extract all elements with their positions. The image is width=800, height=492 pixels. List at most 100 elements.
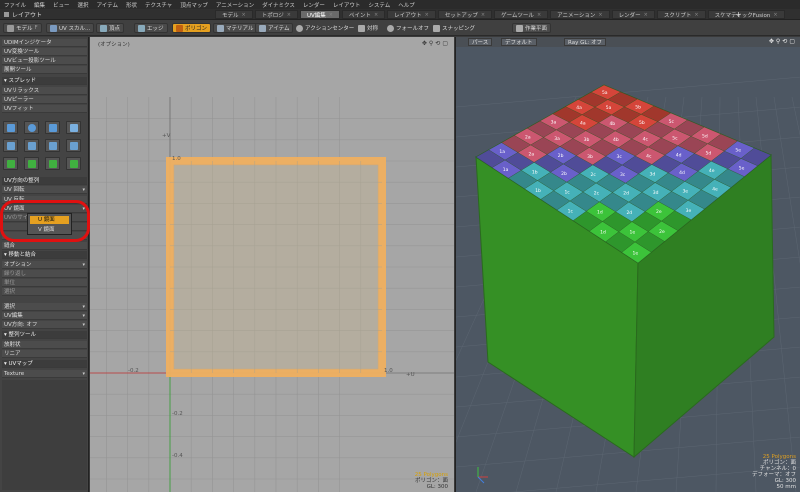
menu-item[interactable]: レンダー (299, 1, 329, 9)
uv-plane-icon[interactable] (3, 139, 18, 152)
move-merge-header[interactable]: ▾ 移動と結合 (2, 251, 87, 259)
uv-fit-button[interactable]: UVフィット (2, 105, 87, 113)
unit-row[interactable]: 単位 (2, 279, 87, 287)
workplane-button[interactable]: 作業平面 (512, 23, 552, 33)
layout-selector[interactable]: レイアウト (4, 10, 42, 19)
tick-label-x-neg: -0.2 (128, 368, 139, 374)
checker-label: 2c (594, 190, 600, 196)
close-tab-icon[interactable]: × (598, 12, 602, 18)
linear-button[interactable]: リニア (2, 350, 87, 358)
select-dropdown[interactable]: 選択 ▾ (2, 303, 87, 311)
menu-item[interactable]: 編集 (30, 1, 49, 9)
spread-header[interactable]: ▾ スプレッド (2, 77, 87, 85)
layout-tab[interactable]: スケマティックFusion × (707, 10, 785, 19)
layout-tab[interactable]: ペイント × (341, 10, 386, 19)
menu-item[interactable]: ビュー (49, 1, 74, 9)
item-mode-button[interactable]: アイテム (255, 23, 294, 33)
default-dropdown[interactable]: デフォルト (501, 38, 537, 46)
layout-tab[interactable]: セットアップ × (437, 10, 493, 19)
uv-scale-button[interactable]: UV スカル... (46, 23, 95, 33)
perspective-dropdown[interactable]: パース (468, 38, 493, 46)
menu-item[interactable]: 頂点マップ (176, 1, 212, 9)
snapping-button[interactable]: スナッピング (430, 23, 478, 33)
menu-item[interactable]: テクスチャ (141, 1, 176, 9)
symmetry-button[interactable]: 対称 (355, 23, 381, 33)
arrow-right-icon[interactable] (66, 157, 81, 170)
close-tab-icon[interactable]: × (374, 12, 378, 18)
align-tools-header[interactable]: ▾ 整列ツール (2, 331, 87, 339)
material-mode-button[interactable]: マテリアル (213, 23, 258, 33)
add-tab-button[interactable]: + (735, 10, 742, 19)
layout-tab[interactable]: アニメーション × (550, 10, 610, 19)
layout-tab[interactable]: レイアウト × (387, 10, 436, 19)
layout-tab[interactable]: レンダー × (611, 10, 655, 19)
menu-item[interactable]: アニメーション (212, 1, 258, 9)
udim-indicator-button[interactable]: UDIMインジケータ (2, 39, 87, 47)
layout-tab[interactable]: UV編集 × (299, 10, 340, 19)
close-tab-icon[interactable]: × (773, 12, 777, 18)
uv-scale-icon[interactable] (45, 121, 60, 134)
uv-edit-dropdown[interactable]: UV編集 ▾ (2, 312, 87, 320)
close-tab-icon[interactable]: × (242, 12, 246, 18)
uv-viewport-label: (オプション) (98, 42, 130, 48)
uv-grid-icon[interactable] (45, 139, 60, 152)
radial-button[interactable]: 放射状 (2, 341, 87, 349)
menu-item[interactable]: システム (364, 1, 394, 9)
close-tab-icon[interactable]: × (481, 12, 485, 18)
uv-relax-button[interactable]: UVリラックス (2, 87, 87, 95)
menu-item[interactable]: 選択 (74, 1, 93, 9)
viewport-nav-icons[interactable]: ✥⚲⟲▢ (422, 40, 450, 47)
menu-item[interactable]: ヘルプ (394, 1, 419, 9)
polygon-mode-button[interactable]: ポリゴン (172, 23, 212, 33)
uv-move-icon[interactable] (3, 121, 18, 134)
menu-item[interactable]: レイアウト (329, 1, 365, 9)
menu-item[interactable]: ファイル (0, 1, 30, 9)
3d-viewport[interactable]: 1a 1b 1c 1d 1e 1a 1b 1c 1d 1e 2a 2b 2c 2d 2e 2a 2b 2c 2d 2e… (455, 37, 800, 492)
raygl-dropdown[interactable]: Ray GL: オフ (564, 38, 607, 46)
close-tab-icon[interactable]: × (694, 12, 698, 18)
repeat-row[interactable]: 繰り返し (2, 270, 87, 278)
action-center-button[interactable]: アクションセンター (293, 23, 357, 33)
layout-tab[interactable]: ゲームツール × (494, 10, 549, 19)
uv-align-off-dropdown[interactable]: UV方向: オフ ▾ (2, 321, 87, 329)
uv-viewport[interactable]: +V 1.0 1.0 +U -0.2 -0.2 -0.4 (オプション) ✥⚲⟲▢ 25 P… (90, 37, 454, 492)
viewport-nav-icons[interactable]: ✥⚲⟲▢ (769, 38, 797, 45)
close-tab-icon[interactable]: × (537, 12, 541, 18)
layout-tab[interactable]: モデル × (215, 10, 253, 19)
menu-item[interactable]: ダイナミクス (258, 1, 299, 9)
texture-dropdown[interactable]: Texture ▾ (2, 370, 87, 378)
menu-item[interactable]: アイテム (93, 1, 122, 9)
uv-box-icon[interactable] (66, 139, 81, 152)
menu-item[interactable]: 形状 (122, 1, 141, 9)
checker-label: 5a (602, 90, 608, 96)
uv-view-projection-button[interactable]: UVビュー投影ツール (2, 57, 87, 65)
arrow-up-icon[interactable] (3, 157, 18, 170)
vertex-mode-button[interactable]: 頂点 (96, 23, 125, 33)
uv-transform-tool-button[interactable]: UV変換ツール (2, 48, 87, 56)
arrow-left-icon[interactable] (45, 157, 60, 170)
uv-peeler-button[interactable]: UVピーラー (2, 96, 87, 104)
close-tab-icon[interactable]: × (287, 12, 291, 18)
model-mode-button[interactable]: モデル F (3, 23, 42, 33)
uv-map-header[interactable]: ▾ UVマップ (2, 360, 87, 368)
edge-mode-button[interactable]: エッジ (134, 23, 168, 33)
uv-icon (50, 24, 57, 32)
layout-tab[interactable]: スクリプト × (656, 10, 706, 19)
close-tab-icon[interactable]: × (644, 12, 648, 18)
close-tab-icon[interactable]: × (329, 12, 333, 18)
uv-rotate-icon[interactable] (24, 121, 39, 134)
arrow-down-icon[interactable] (24, 157, 39, 170)
uv-rotate-dropdown[interactable]: UV 回転 ▾ (2, 186, 87, 194)
layout-tab-label: セットアップ (444, 12, 478, 19)
selection-row[interactable]: 選択 (2, 288, 87, 296)
uv-cube-icon[interactable] (66, 121, 81, 134)
uv-slant-icon[interactable] (24, 139, 39, 152)
stitch-button[interactable]: 縫合 (2, 242, 87, 250)
close-tab-icon[interactable]: × (425, 12, 429, 18)
layout-tab-label: レイアウト (394, 12, 422, 19)
options-dropdown[interactable]: オプション ▾ (2, 261, 87, 269)
falloff-button[interactable]: フォールオフ (384, 23, 432, 33)
unwrap-tool-button[interactable]: 展開ツール (2, 66, 87, 74)
layout-tab[interactable]: トポロジ × (254, 10, 298, 19)
checker-label: 1d (600, 230, 606, 236)
